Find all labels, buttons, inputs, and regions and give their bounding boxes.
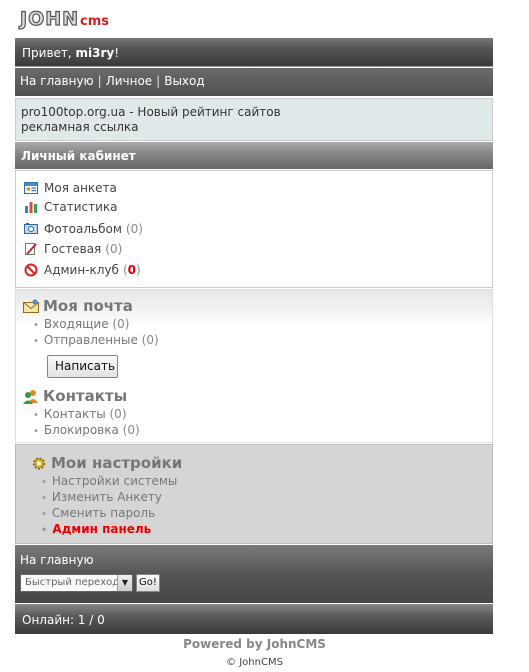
quick-jump-value: Быстрый переход: [25, 577, 120, 588]
admin-club-count-value: 0: [127, 263, 136, 277]
contacts-title-text: Контакты: [43, 387, 128, 405]
footer-nav: На главную Быстрый переход ▼ Go!: [15, 545, 493, 603]
top-nav: На главную | Личное | Выход: [15, 68, 493, 96]
mail-title: Моя почта: [23, 297, 133, 315]
admin-panel-link[interactable]: Админ панель: [41, 522, 151, 536]
admin-club-count: (0): [123, 263, 141, 277]
menu-item-label: Гостевая: [44, 242, 102, 256]
profile-card-icon: [24, 181, 38, 195]
mail-sent-item[interactable]: Отправленные (0): [33, 333, 159, 347]
ad-link[interactable]: pro100top.org.ua - Новый рейтинг сайтов: [21, 105, 492, 120]
photo-album-icon: [24, 222, 38, 236]
sent-label: Отправленные: [43, 333, 138, 347]
contacts-label: Контакты: [43, 407, 106, 421]
mail-inbox-item[interactable]: Входящие (0): [33, 317, 130, 331]
page: JOHN cms Привет, mi3ry! На главную | Личное…: [0, 0, 529, 672]
johncms-logo[interactable]: JOHN cms: [19, 7, 110, 30]
copyright: © JohnCMS: [226, 657, 283, 668]
footer-home-link[interactable]: На главную: [20, 553, 94, 567]
settings-title: Мои настройки: [31, 454, 182, 472]
contacts-title: Контакты: [23, 387, 127, 405]
menu-item-stats[interactable]: Статистика: [24, 200, 118, 214]
blocked-list-item[interactable]: Блокировка (0): [33, 423, 140, 437]
inbox-label: Входящие: [43, 317, 109, 331]
contacts-list-item[interactable]: Контакты (0): [33, 407, 127, 421]
contacts-count: (0): [109, 407, 127, 421]
menu-item-label: Фотоальбом: [44, 222, 122, 236]
mail-contacts-section: Моя почта Входящие (0) Отправленные (0) …: [15, 289, 493, 443]
cabinet-menu: Моя анкета Статистика Фотоальбом (0) Гос…: [15, 170, 493, 288]
cabinet-header: Личный кабинет: [15, 142, 493, 169]
sent-count: (0): [141, 333, 159, 347]
guestbook-pen-icon: [24, 242, 38, 256]
username: mi3ry: [75, 46, 115, 60]
nav-personal-link[interactable]: Личное: [106, 74, 152, 88]
settings-section: Мои настройки Настройки системы Изменить…: [15, 444, 493, 544]
bar-chart-icon: [24, 200, 38, 214]
greeting-prefix: Привет,: [22, 46, 76, 60]
settings-item-system[interactable]: Настройки системы: [41, 474, 177, 488]
blocked-label: Блокировка: [43, 423, 119, 437]
blocked-count: (0): [122, 423, 140, 437]
logo-john-text: JOHN: [19, 7, 80, 30]
menu-item-label: Статистика: [44, 200, 118, 214]
menu-item-album[interactable]: Фотоальбом (0): [24, 222, 143, 236]
album-count: (0): [125, 222, 143, 236]
contacts-people-icon: [23, 389, 39, 404]
ad-caption: рекламная ссылка: [21, 120, 139, 134]
menu-item-label: Админ-клуб: [44, 263, 119, 277]
menu-item-admin-club[interactable]: Админ-клуб (0): [24, 263, 141, 277]
greeting-bar: Привет, mi3ry!: [15, 38, 493, 67]
count-paren-close: ): [136, 263, 141, 277]
menu-item-guestbook[interactable]: Гостевая (0): [24, 242, 122, 256]
nav-separator: |: [97, 74, 102, 88]
go-button[interactable]: Go!: [136, 574, 160, 592]
powered-by[interactable]: Powered by JohnCMS: [0, 637, 509, 651]
menu-item-profile[interactable]: Моя анкета: [24, 181, 117, 195]
nav-home-link[interactable]: На главную: [20, 74, 94, 88]
settings-title-text: Мои настройки: [51, 454, 183, 472]
guestbook-count: (0): [105, 242, 123, 256]
mail-title-text: Моя почта: [43, 297, 133, 315]
logo-cms-text: cms: [80, 14, 110, 29]
chevron-down-icon: ▼: [117, 575, 132, 591]
envelope-icon: [23, 299, 39, 314]
settings-item-change-password[interactable]: Сменить пароль: [41, 506, 155, 520]
nav-separator: |: [156, 74, 161, 88]
nav-logout-link[interactable]: Выход: [164, 74, 204, 88]
menu-item-label: Моя анкета: [44, 181, 117, 195]
quick-jump-select[interactable]: Быстрый переход ▼: [20, 574, 133, 592]
gear-icon: [31, 456, 47, 471]
write-message-button[interactable]: Написать: [47, 355, 118, 378]
inbox-count: (0): [112, 317, 130, 331]
online-counter: Онлайн: 1 / 0: [15, 604, 493, 634]
settings-item-edit-profile[interactable]: Изменить Анкету: [41, 490, 162, 504]
no-entry-icon: [24, 263, 38, 277]
greeting-suffix: !: [114, 46, 120, 60]
ad-block: pro100top.org.ua - Новый рейтинг сайтов …: [15, 98, 493, 141]
